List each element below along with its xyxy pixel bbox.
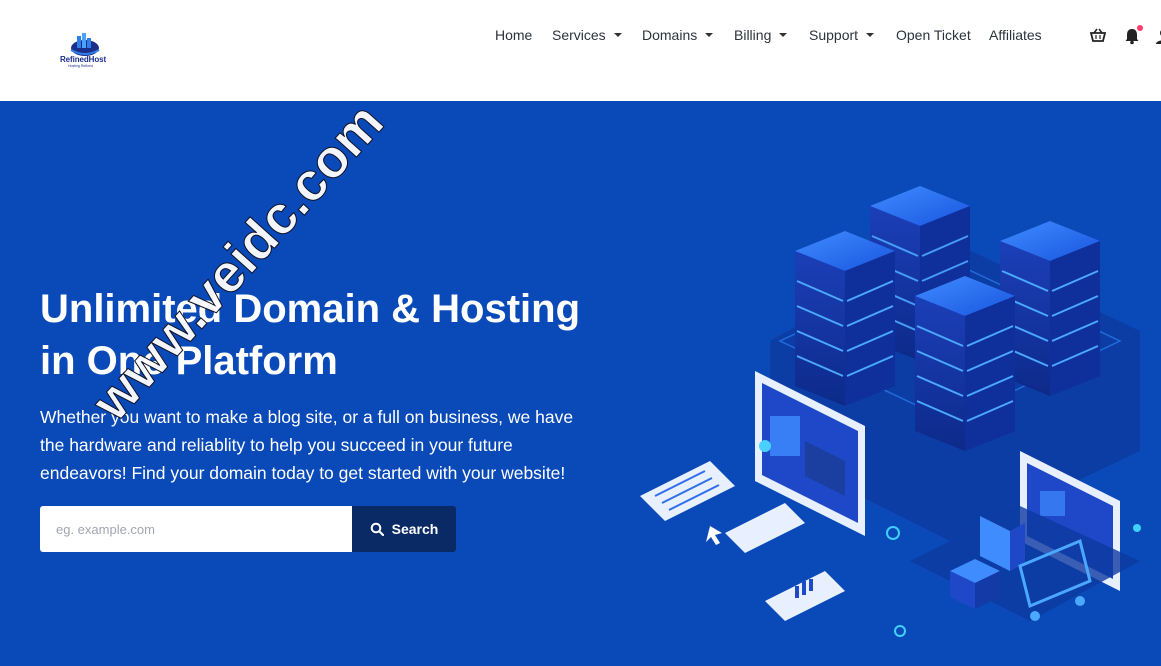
nav-home[interactable]: Home: [495, 27, 532, 43]
nav-billing[interactable]: Billing: [734, 27, 788, 43]
nav-domains[interactable]: Domains: [642, 27, 714, 43]
site-header: RefinedHost Hosting Refined Home Service…: [0, 0, 1161, 101]
nav-billing-label: Billing: [734, 27, 772, 43]
brand-name: RefinedHost: [60, 55, 107, 64]
cursor-icon: [706, 526, 722, 545]
nav-affiliates-label: Affiliates: [989, 27, 1042, 43]
nav-services[interactable]: Services: [552, 27, 622, 43]
cart-icon[interactable]: [1089, 27, 1107, 45]
search-button[interactable]: Search: [352, 506, 456, 552]
server-stack: [915, 276, 1015, 451]
server-stack: [795, 231, 895, 406]
chevron-down-icon: [613, 33, 622, 38]
hero-title: Unlimited Domain & Hosting in One Platfo…: [40, 283, 620, 387]
chevron-down-icon: [705, 33, 714, 38]
glow-dot: [894, 625, 906, 637]
nav-support-label: Support: [809, 27, 859, 43]
search-icon: [370, 522, 384, 536]
chart-card: [765, 571, 845, 621]
nav-open-ticket-label: Open Ticket: [896, 27, 971, 43]
nav-home-label: Home: [495, 27, 533, 43]
chevron-down-icon: [866, 33, 875, 38]
brand-tagline: Hosting Refined: [68, 64, 93, 68]
notification-dot: [1137, 25, 1143, 31]
search-button-label: Search: [391, 521, 439, 537]
hero-title-line2: in One Platform: [40, 339, 338, 383]
glow-dot: [1133, 524, 1141, 532]
hero-description: Whether you want to make a blog site, or…: [40, 407, 574, 483]
nav-support[interactable]: Support: [809, 27, 875, 43]
form-card: [725, 503, 805, 553]
nav-open-ticket[interactable]: Open Ticket: [896, 27, 971, 43]
nav-services-label: Services: [552, 27, 606, 43]
glow-dot: [886, 526, 900, 540]
domain-search-input[interactable]: [40, 506, 352, 552]
nav-domains-label: Domains: [642, 27, 698, 43]
user-icon[interactable]: [1155, 27, 1161, 45]
server-illustration: [640, 186, 1141, 637]
nav-affiliates[interactable]: Affiliates: [989, 27, 1042, 43]
hero-title-line1: Unlimited Domain & Hosting: [40, 287, 580, 331]
hero-section: Unlimited Domain & Hosting in One Platfo…: [0, 101, 1161, 666]
chevron-down-icon: [779, 33, 788, 38]
